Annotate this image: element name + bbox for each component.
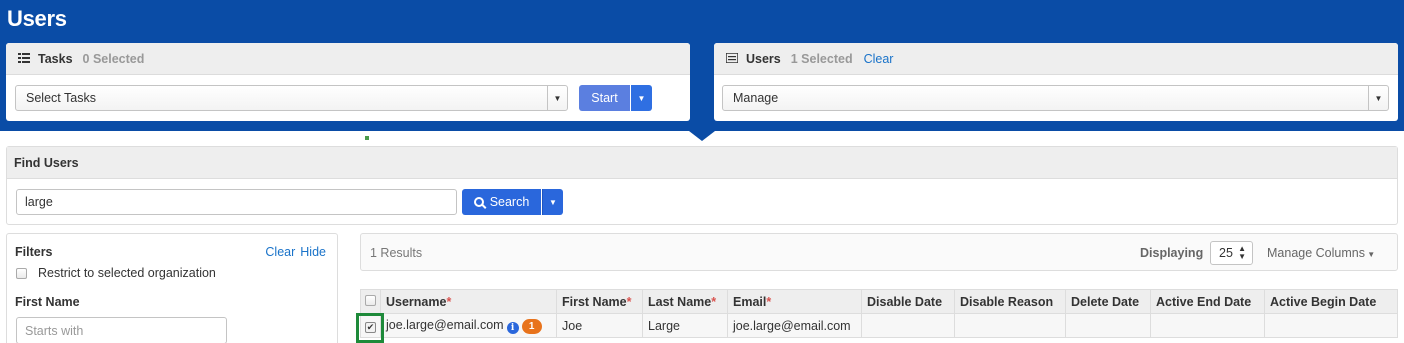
active-begin-date-cell: [1264, 313, 1398, 338]
tasks-panel-title: Tasks: [38, 51, 73, 66]
start-dropdown-caret-icon[interactable]: ▼: [631, 85, 652, 111]
delete-date-cell: [1065, 313, 1151, 338]
select-all-header: [360, 289, 381, 314]
filters-title: Filters: [15, 245, 53, 259]
info-icon[interactable]: i: [506, 321, 519, 334]
page-size-value: 25: [1219, 246, 1233, 260]
username-cell[interactable]: joe.large@email.com i 1: [380, 313, 557, 338]
column-header-email[interactable]: Email*: [727, 289, 862, 314]
start-button[interactable]: Start: [579, 85, 630, 111]
first-name-filter-input[interactable]: Starts with: [16, 317, 227, 343]
column-header-disable-reason[interactable]: Disable Reason: [954, 289, 1066, 314]
column-header-active-begin-date[interactable]: Active Begin Date: [1264, 289, 1398, 314]
filters-clear-link[interactable]: Clear: [265, 245, 295, 259]
column-header-active-end-date[interactable]: Active End Date: [1150, 289, 1265, 314]
active-end-date-cell: [1150, 313, 1265, 338]
last-name-cell: Large: [642, 313, 728, 338]
results-toolbar: 1 Results Displaying 25 ▲ ▼ Manage Column…: [360, 233, 1398, 271]
restrict-org-label: Restrict to selected organization: [38, 266, 216, 280]
first-name-filter-label: First Name: [15, 295, 80, 309]
select-all-checkbox[interactable]: [365, 294, 376, 306]
email-cell: joe.large@email.com: [727, 313, 862, 338]
search-button-label: Search: [489, 195, 530, 209]
disable-reason-cell: [954, 313, 1066, 338]
users-action-select-value: Manage: [733, 91, 779, 105]
column-header-disable-date[interactable]: Disable Date: [861, 289, 955, 314]
displaying-label: Displaying: [1140, 246, 1204, 260]
page-title: Users: [7, 6, 67, 31]
manage-columns-label: Manage Columns: [1267, 246, 1365, 260]
results-count: 1 Results: [370, 246, 423, 260]
restrict-org-checkbox[interactable]: [16, 267, 27, 279]
drag-handle-icon: [365, 136, 369, 140]
tasks-select-value: Select Tasks: [26, 91, 96, 105]
up-down-arrows-icon: ▲ ▼: [1238, 244, 1246, 261]
filters-panel: Filters Clear Hide Restrict to selected o…: [6, 233, 338, 343]
restrict-org-option[interactable]: Restrict to selected organization: [16, 266, 216, 280]
column-header-username[interactable]: Username*: [380, 289, 557, 314]
first-name-cell: Joe: [556, 313, 643, 338]
users-results-table: Username* First Name* Last Name* Email* …: [360, 289, 1398, 338]
caret-down-icon: ▼: [1364, 250, 1376, 259]
page-size-select[interactable]: 25 ▲ ▼: [1210, 241, 1253, 265]
tasks-list-icon: [18, 52, 30, 66]
tasks-panel-header: Tasks 0 Selected: [6, 43, 690, 75]
column-header-delete-date[interactable]: Delete Date: [1065, 289, 1151, 314]
users-panel-title: Users: [746, 51, 781, 66]
chevron-down-icon[interactable]: ▼: [1368, 86, 1388, 110]
tasks-selected-count: 0 Selected: [82, 51, 145, 66]
manage-columns-dropdown[interactable]: Manage Columns ▼: [1267, 246, 1375, 260]
tasks-select[interactable]: Select Tasks ▼: [15, 85, 568, 111]
count-badge[interactable]: 1: [521, 318, 542, 334]
users-action-select[interactable]: Manage ▼: [722, 85, 1389, 111]
find-users-title: Find Users: [7, 147, 1397, 179]
search-input[interactable]: large: [16, 189, 457, 215]
selected-row-highlight: [356, 313, 384, 343]
users-list-icon: [725, 51, 739, 66]
column-header-last-name[interactable]: Last Name*: [642, 289, 728, 314]
table-row[interactable]: ✔ joe.large@email.com i 1 Joe Large joe.la…: [360, 313, 1398, 338]
search-dropdown-caret-icon[interactable]: ▼: [542, 189, 563, 215]
disable-date-cell: [861, 313, 955, 338]
users-panel-header: Users 1 Selected Clear: [714, 43, 1398, 75]
table-header-row: Username* First Name* Last Name* Email* …: [360, 289, 1398, 314]
users-selected-count: 1 Selected: [790, 51, 853, 66]
chevron-down-icon[interactable]: ▼: [547, 86, 567, 110]
search-icon: [473, 197, 484, 207]
find-users-panel: Find Users large Search ▼: [6, 146, 1398, 225]
header-pointer-notch: [689, 131, 715, 141]
filters-links: Clear Hide: [260, 245, 326, 259]
users-clear-link[interactable]: Clear: [864, 52, 894, 66]
search-button[interactable]: Search: [462, 189, 541, 215]
username-value: joe.large@email.com: [386, 317, 504, 332]
filters-hide-link[interactable]: Hide: [300, 245, 326, 259]
column-header-first-name[interactable]: First Name*: [556, 289, 643, 314]
